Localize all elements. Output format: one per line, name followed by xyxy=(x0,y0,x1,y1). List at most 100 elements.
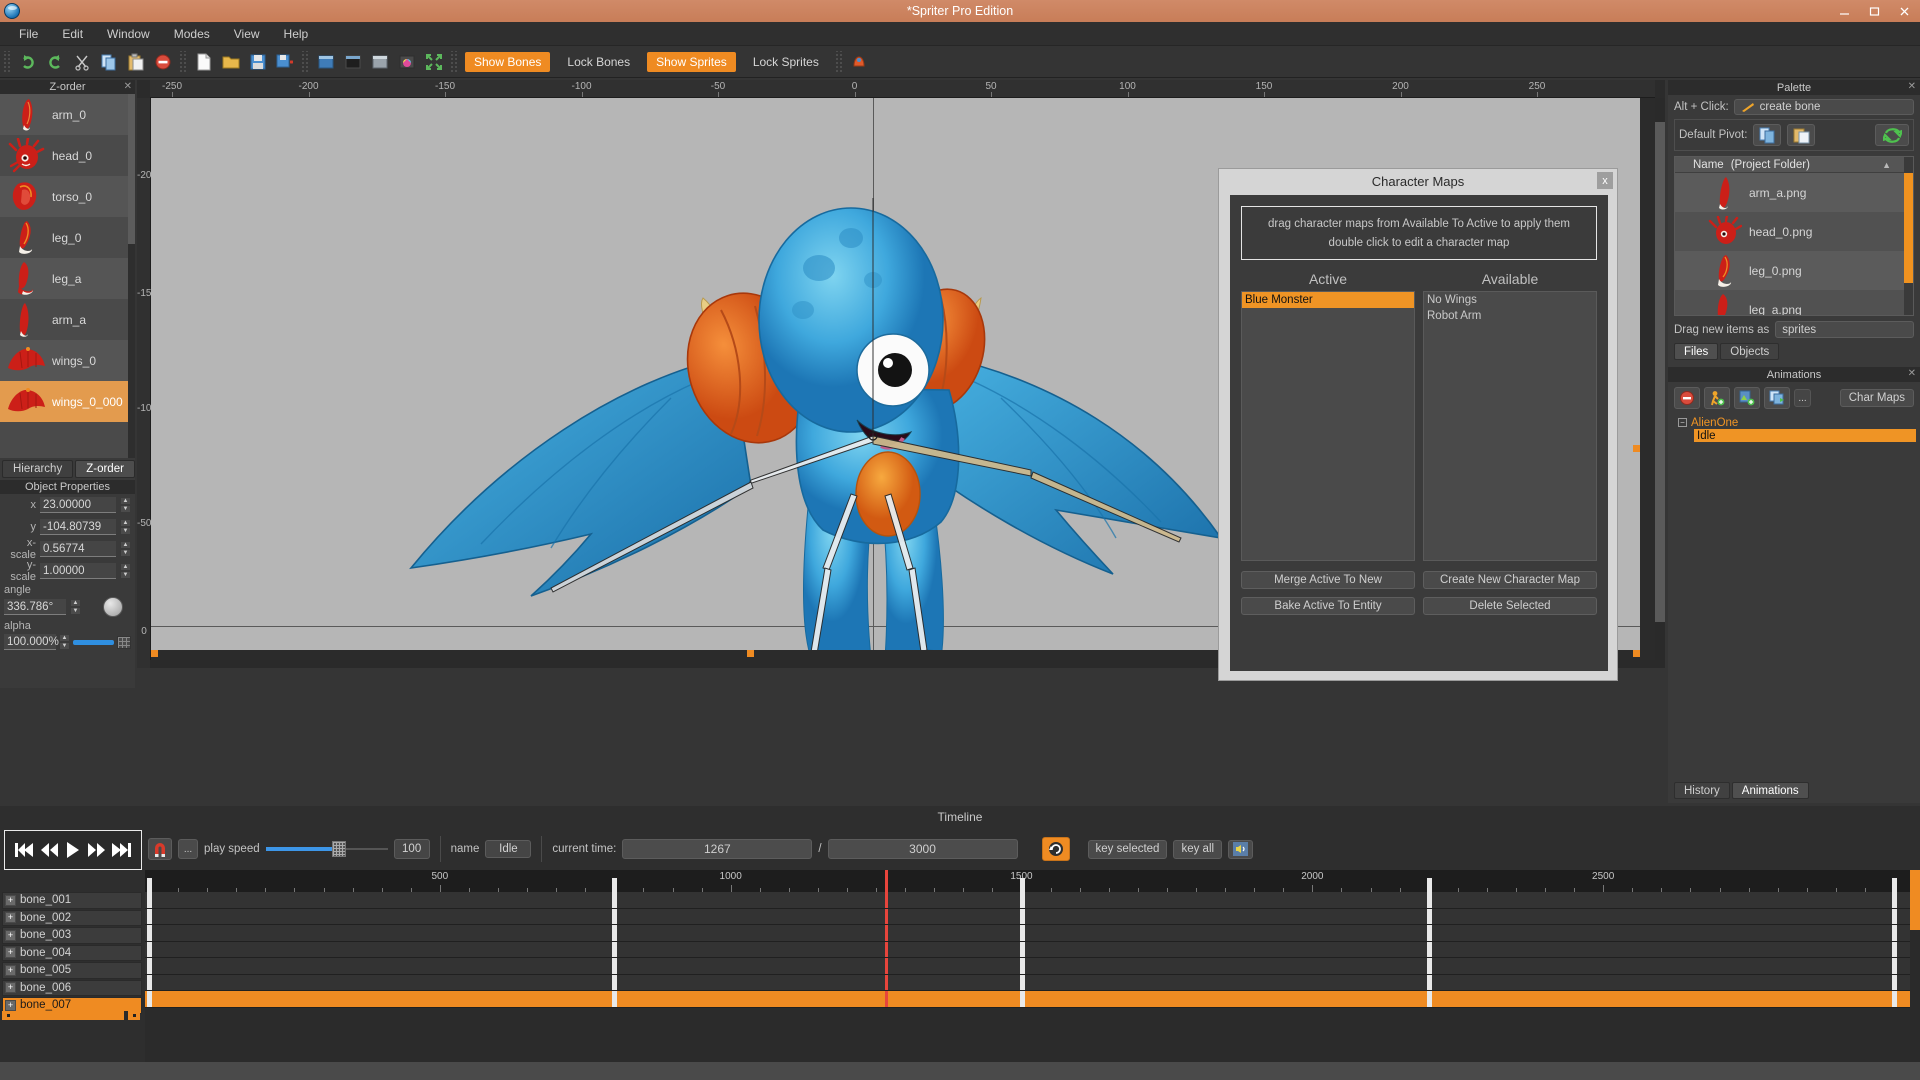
bone-list[interactable]: +bone_001+bone_002+bone_003+bone_004+bon… xyxy=(2,892,142,1015)
skip-to-start-icon[interactable] xyxy=(15,842,34,858)
keyframe-marker[interactable] xyxy=(1427,909,1432,925)
playhead[interactable] xyxy=(885,975,888,991)
duplicate-animation-icon[interactable] xyxy=(1734,387,1760,409)
bone-row[interactable]: +bone_003 xyxy=(2,927,142,944)
playhead[interactable] xyxy=(885,892,888,908)
animation-tree[interactable]: − AlienOne Idle xyxy=(1674,416,1914,621)
toggle-show-sprites[interactable]: Show Sprites xyxy=(647,52,736,72)
add-animation-icon[interactable] xyxy=(1704,387,1730,409)
keyframe-marker[interactable] xyxy=(1020,991,1025,1007)
panel-grey-icon[interactable] xyxy=(367,49,392,74)
timeline-track-row[interactable] xyxy=(145,925,1910,942)
copy-icon[interactable] xyxy=(96,49,121,74)
list-item[interactable]: leg_0 xyxy=(0,217,128,258)
keyframe-marker[interactable] xyxy=(1427,878,1432,892)
playhead[interactable] xyxy=(885,909,888,925)
keyframe-marker[interactable] xyxy=(147,942,152,958)
keyframe-marker[interactable] xyxy=(612,991,617,1007)
cut-icon[interactable] xyxy=(69,49,94,74)
keyframe-marker[interactable] xyxy=(1892,878,1897,892)
expand-icon[interactable]: + xyxy=(5,1000,16,1011)
fit-view-icon[interactable] xyxy=(421,49,446,74)
playhead[interactable] xyxy=(885,958,888,974)
keyframe-marker[interactable] xyxy=(612,909,617,925)
playhead[interactable] xyxy=(885,991,888,1007)
toolbar-grip-2[interactable] xyxy=(179,51,187,73)
keyframe-marker[interactable] xyxy=(612,942,617,958)
x-scale-field[interactable]: 0.56774 xyxy=(40,541,116,557)
bone-list-scrollbar[interactable] xyxy=(2,1011,140,1020)
keyframe-marker[interactable] xyxy=(147,975,152,991)
playhead[interactable] xyxy=(885,942,888,958)
keyframe-marker[interactable] xyxy=(1020,975,1025,991)
sound-icon[interactable] xyxy=(1228,840,1253,859)
toggle-lock-bones[interactable]: Lock Bones xyxy=(558,52,639,72)
alpha-grid-button[interactable] xyxy=(117,636,131,649)
tab-objects[interactable]: Objects xyxy=(1720,343,1779,360)
skip-to-end-icon[interactable] xyxy=(112,842,131,858)
keyframe-marker[interactable] xyxy=(147,991,152,1007)
keyframe-marker[interactable] xyxy=(1427,958,1432,974)
panel-blue-icon[interactable] xyxy=(313,49,338,74)
keyframe-marker[interactable] xyxy=(1427,975,1432,991)
y-field[interactable]: -104.80739 xyxy=(40,519,116,535)
keyframe-marker[interactable] xyxy=(1020,925,1025,941)
key-all-button[interactable]: key all xyxy=(1173,840,1222,859)
timeline-track-row[interactable] xyxy=(145,958,1910,975)
menu-window[interactable]: Window xyxy=(96,24,161,44)
list-item[interactable]: No Wings xyxy=(1424,292,1596,308)
list-item[interactable]: leg_a xyxy=(0,258,128,299)
keyframe-marker[interactable] xyxy=(1427,925,1432,941)
angle-dial[interactable] xyxy=(103,597,123,617)
alpha-field[interactable]: 100.000% xyxy=(4,634,56,650)
merge-active-to-new-button[interactable]: Merge Active To New xyxy=(1241,571,1415,589)
scrollbar-thumb[interactable] xyxy=(1904,173,1913,283)
scroll-left-button[interactable] xyxy=(2,1011,14,1020)
list-item[interactable]: torso_0 xyxy=(0,176,128,217)
menu-file[interactable]: File xyxy=(8,24,49,44)
list-item[interactable]: wings_0 xyxy=(0,340,128,381)
duration-field[interactable]: 3000 xyxy=(828,839,1018,859)
canvas-handle-side[interactable] xyxy=(1633,445,1640,452)
play-icon[interactable] xyxy=(66,841,80,859)
keyframe-marker[interactable] xyxy=(147,958,152,974)
save-as-icon[interactable] xyxy=(272,49,297,74)
y-scale-stepper[interactable]: ▲▼ xyxy=(120,563,131,579)
alpha-slider[interactable] xyxy=(73,640,114,645)
entity-row[interactable]: − AlienOne xyxy=(1674,416,1914,429)
tab-animations[interactable]: Animations xyxy=(1732,782,1809,799)
active-list[interactable]: Blue Monster xyxy=(1241,291,1415,561)
more-options-icon[interactable]: ... xyxy=(1794,389,1811,407)
timeline-track-row[interactable] xyxy=(145,991,1910,1008)
keyframe-marker[interactable] xyxy=(1427,892,1432,908)
timeline-vertical-scrollbar[interactable] xyxy=(1910,870,1920,1062)
maximize-icon[interactable] xyxy=(1860,1,1888,21)
keyframe-marker[interactable] xyxy=(1020,942,1025,958)
keyframe-marker[interactable] xyxy=(1020,892,1025,908)
toggle-show-bones[interactable]: Show Bones xyxy=(465,52,550,72)
keyframe-marker[interactable] xyxy=(612,975,617,991)
bake-active-to-entity-button[interactable]: Bake Active To Entity xyxy=(1241,597,1415,615)
list-item[interactable]: Robot Arm xyxy=(1424,308,1596,324)
list-item[interactable]: arm_a xyxy=(0,299,128,340)
canvas-handle-right[interactable] xyxy=(1633,650,1640,657)
paste-icon[interactable] xyxy=(123,49,148,74)
playhead[interactable] xyxy=(885,925,888,941)
loop-icon[interactable] xyxy=(1042,837,1070,861)
toggle-lock-sprites[interactable]: Lock Sprites xyxy=(744,52,828,72)
x-scale-stepper[interactable]: ▲▼ xyxy=(120,541,131,557)
paste-tan-icon[interactable] xyxy=(1787,124,1815,146)
zorder-scrollbar[interactable] xyxy=(128,94,135,458)
keyframe-marker[interactable] xyxy=(1020,878,1025,892)
angle-stepper[interactable]: ▲▼ xyxy=(70,599,81,615)
play-speed-value[interactable]: 100 xyxy=(394,839,430,859)
list-item-selected[interactable]: Blue Monster xyxy=(1242,292,1414,308)
copy-blue-icon[interactable] xyxy=(1753,124,1781,146)
toolbar-grip[interactable] xyxy=(3,51,11,73)
collapse-icon[interactable]: − xyxy=(1678,418,1687,427)
delete-animation-icon[interactable] xyxy=(1674,387,1700,409)
refresh-green-icon[interactable] xyxy=(1875,124,1909,146)
list-item[interactable]: arm_0 xyxy=(0,94,128,135)
expand-icon[interactable]: + xyxy=(5,930,16,941)
toolbar-grip-3[interactable] xyxy=(301,51,309,73)
